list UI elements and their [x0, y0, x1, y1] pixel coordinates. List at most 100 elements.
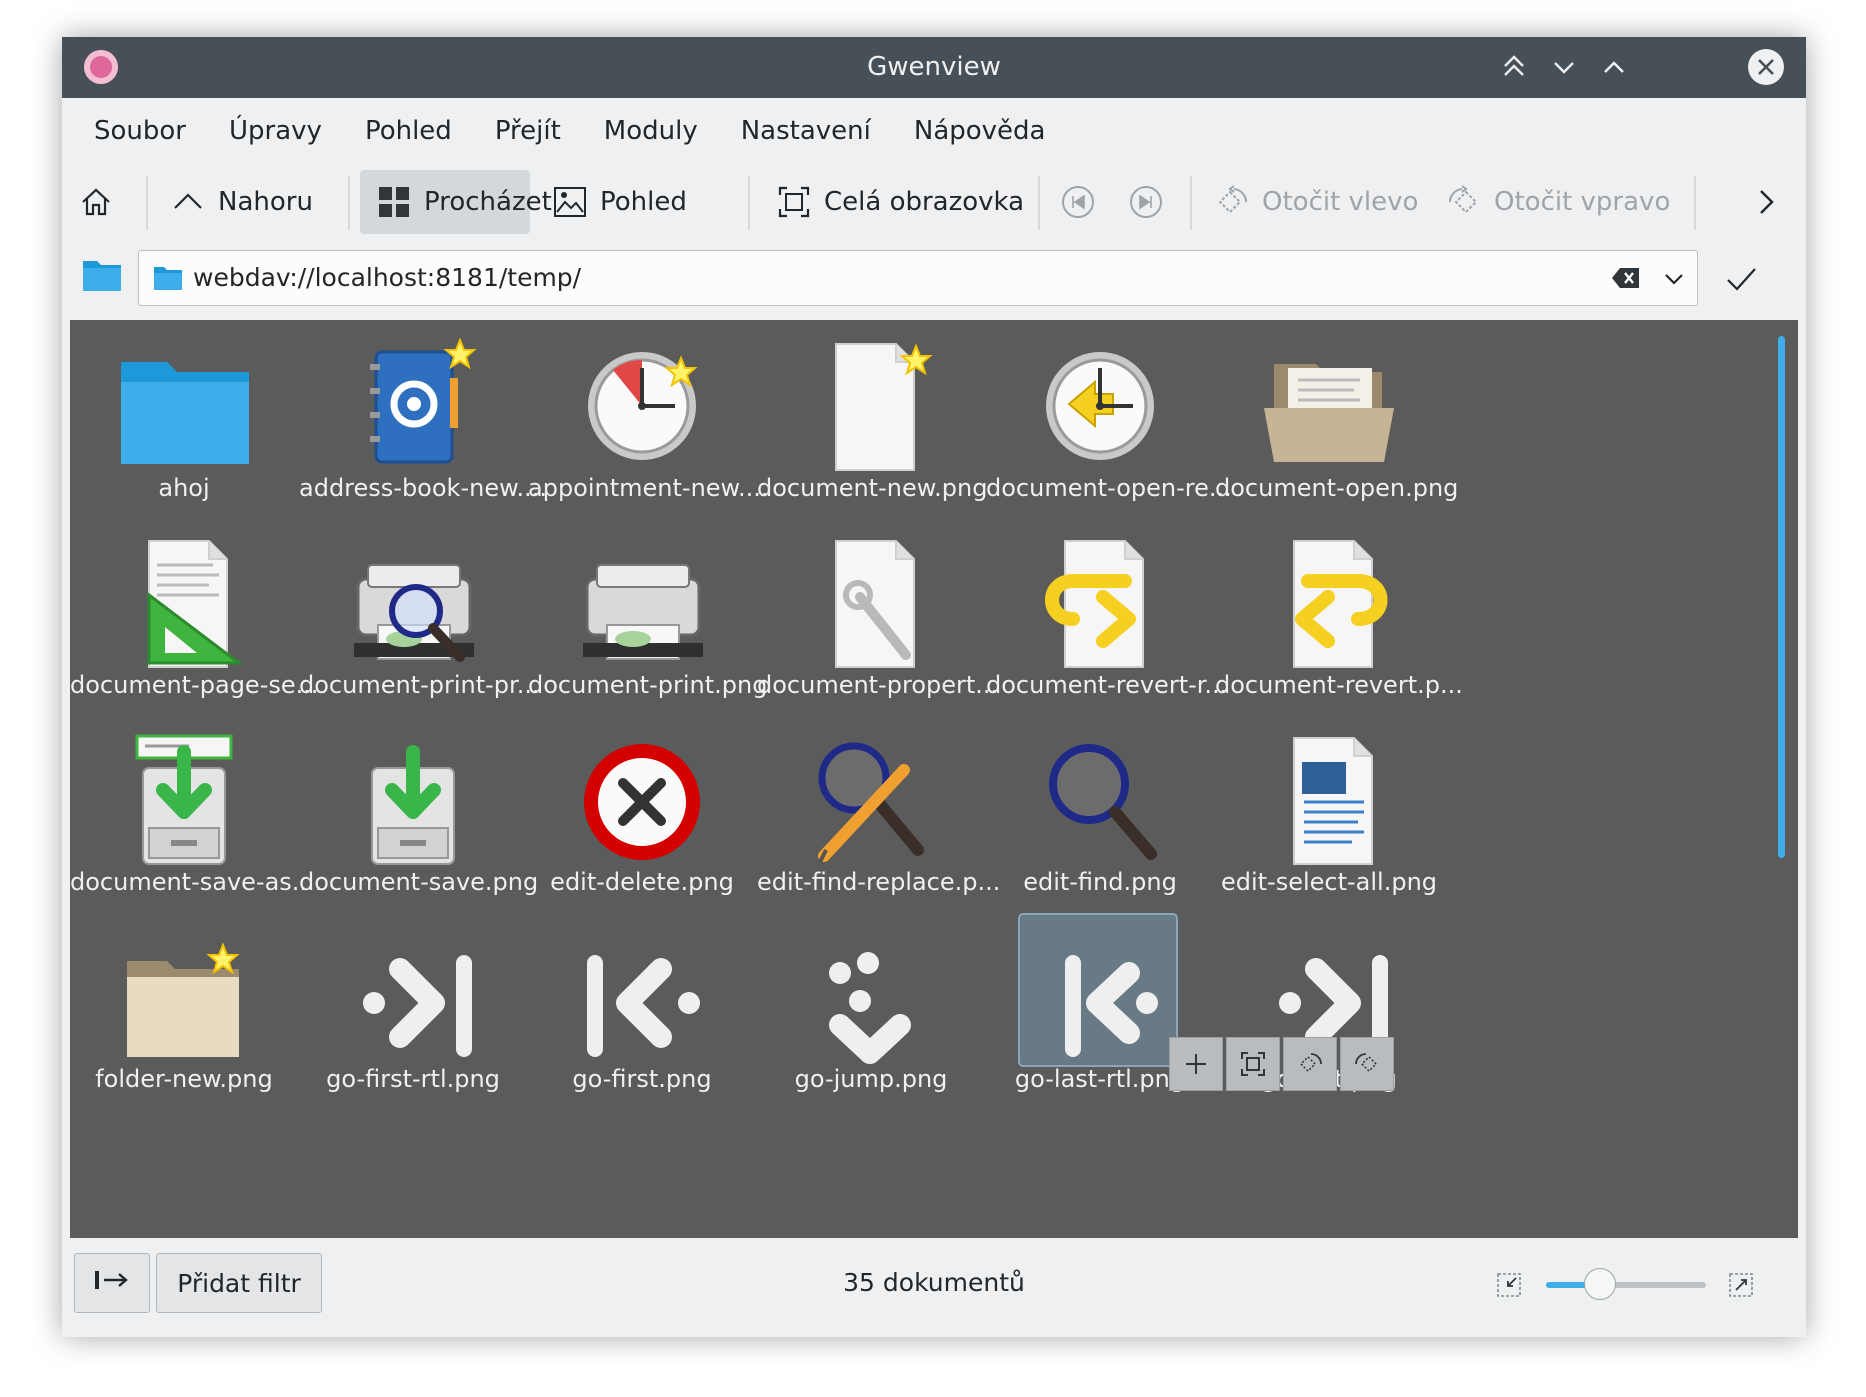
thumbnail-item[interactable]: document-open-re... [986, 324, 1232, 520]
status-bar: Přidat filtr 35 dokumentů [62, 1241, 1806, 1337]
thumbnail-item[interactable]: edit-select-all.png [1215, 718, 1443, 914]
fullscreen-item-button[interactable] [1226, 1037, 1280, 1091]
rotate-right-button[interactable]: Otočit vpravo [1446, 170, 1670, 234]
thumbnail-item[interactable]: document-revert.p... [1215, 521, 1463, 717]
thumbnail-item[interactable]: go-jump.png [757, 915, 985, 1111]
thumbnail-item[interactable]: go-first-rtl.png [299, 915, 527, 1111]
thumbnail-item[interactable]: document-print.png [528, 521, 767, 717]
thumbnail-label: edit-find.png [1023, 868, 1177, 896]
thumbnail-item[interactable]: document-save-as.... [70, 718, 323, 914]
find-replace-icon [796, 732, 946, 872]
skip-previous-icon [1060, 184, 1096, 220]
thumbnail-label: document-save-as.... [70, 868, 323, 896]
menu-bar: Soubor Úpravy Pohled Přejít Moduly Nasta… [62, 98, 1806, 164]
fullscreen-label: Celá obrazovka [824, 187, 1025, 217]
plus-icon [1186, 1054, 1206, 1074]
view-button[interactable]: Pohled [546, 170, 693, 234]
thumbnail-label: document-print-pr... [299, 671, 540, 699]
checkmark-icon[interactable] [1722, 260, 1760, 298]
thumbnail-item[interactable]: document-open.png [1215, 324, 1459, 520]
document-revert-rtl-icon [1025, 535, 1175, 675]
menu-pohled[interactable]: Pohled [365, 116, 452, 146]
thumbnail-item[interactable]: document-save.png [299, 718, 538, 914]
go-first-icon [567, 929, 717, 1069]
rotate-left-button[interactable]: Otočit vlevo [1214, 170, 1418, 234]
address-book-icon [338, 337, 488, 478]
fullscreen-icon [1241, 1052, 1265, 1076]
thumbnail-label: document-page-se... [70, 671, 319, 699]
clear-text-icon[interactable] [1611, 265, 1641, 291]
thumbnail-item[interactable]: document-revert-r... [986, 521, 1227, 717]
thumbnail-item[interactable]: document-page-se... [70, 521, 319, 717]
thumbnail-item[interactable]: document-new.png [757, 324, 987, 520]
thumbnail-item[interactable]: document-print-pr... [299, 521, 540, 717]
browse-grid-icon [376, 184, 412, 220]
thumbnail-label: document-open-re... [986, 474, 1232, 502]
thumbnail-item[interactable]: address-book-new.... [299, 324, 547, 520]
thumbnail-item[interactable]: edit-find.png [986, 718, 1214, 914]
folder-blue-icon [109, 338, 259, 478]
thumbnail-label: edit-select-all.png [1220, 868, 1438, 896]
toolbar-separator [748, 176, 750, 230]
folder-open-icon [1254, 338, 1404, 478]
zoom-in-icon[interactable] [1728, 1272, 1754, 1298]
thumbnail-grid[interactable]: ahoj address-book-new.... appointment-new.… [70, 320, 1798, 1238]
places-folder-icon[interactable] [82, 257, 122, 293]
thumbnail-item[interactable]: go-first.png [528, 915, 756, 1111]
zoom-out-icon[interactable] [1496, 1272, 1522, 1298]
menu-prejit[interactable]: Přejít [495, 116, 561, 146]
thumbnail-item[interactable]: ahoj [70, 324, 298, 520]
thumbnail-label: document-open.png [1215, 474, 1459, 502]
fullscreen-button[interactable]: Celá obrazovka [770, 170, 1030, 234]
title-bar: Gwenview [62, 37, 1806, 98]
browse-label: Procházet [424, 187, 552, 217]
next-button[interactable] [1128, 170, 1168, 234]
find-icon [1025, 732, 1175, 872]
menu-moduly[interactable]: Moduly [604, 116, 698, 146]
home-button[interactable] [78, 170, 124, 234]
home-icon [78, 184, 114, 220]
up-label: Nahoru [218, 187, 313, 217]
browse-button[interactable]: Procházet [360, 170, 552, 234]
page-setup-icon [109, 535, 259, 675]
rotate-right-item-button[interactable] [1340, 1037, 1394, 1091]
chevron-down-icon[interactable] [1659, 264, 1689, 294]
menu-soubor[interactable]: Soubor [94, 116, 186, 146]
clock-recent-icon [1025, 338, 1175, 478]
select-all-icon [1254, 732, 1404, 872]
menu-napoveda[interactable]: Nápověda [914, 116, 1046, 146]
zoom-slider[interactable] [1546, 1268, 1706, 1300]
minimize-icon[interactable] [1546, 50, 1582, 86]
url-input[interactable]: webdav://localhost:8181/temp/ [138, 250, 1698, 306]
select-toggle-button[interactable] [1169, 1037, 1223, 1091]
go-jump-icon [796, 929, 946, 1069]
up-button[interactable]: Nahoru [164, 170, 319, 234]
close-icon[interactable] [1748, 49, 1784, 85]
save-as-icon [109, 732, 259, 872]
maximize-icon[interactable] [1596, 50, 1632, 86]
thumbnail-item[interactable]: folder-new.png [70, 915, 298, 1111]
toolbar-overflow-button[interactable] [1748, 170, 1784, 234]
main-toolbar: Nahoru Procházet Pohled Celá obrazovka O… [62, 164, 1806, 242]
keep-above-icon[interactable] [1496, 50, 1532, 86]
go-first-rtl-icon [338, 929, 488, 1069]
clock-star-icon [567, 338, 717, 478]
previous-button[interactable] [1060, 170, 1100, 234]
location-bar: webdav://localhost:8181/temp/ [62, 242, 1806, 312]
scrollbar[interactable] [1778, 336, 1785, 858]
image-view-icon [552, 184, 588, 220]
thumbnail-item[interactable]: edit-find-replace.p... [757, 718, 1000, 914]
rotate-left-label: Otočit vlevo [1262, 187, 1419, 217]
rotate-left-item-button[interactable] [1283, 1037, 1337, 1091]
thumbnail-item[interactable]: appointment-new.... [528, 324, 769, 520]
thumbnail-item[interactable]: edit-delete.png [528, 718, 756, 914]
document-revert-icon [1254, 535, 1404, 675]
thumbnail-label: appointment-new.... [528, 474, 769, 502]
print-preview-icon [338, 535, 488, 675]
thumbnail-item[interactable]: document-propert... [757, 521, 998, 717]
menu-nastaveni[interactable]: Nastavení [741, 116, 871, 146]
document-count: 35 dokumentů [843, 1268, 1025, 1297]
menu-upravy[interactable]: Úpravy [229, 116, 322, 146]
toolbar-separator [1694, 176, 1696, 230]
toolbar-separator [146, 176, 148, 230]
